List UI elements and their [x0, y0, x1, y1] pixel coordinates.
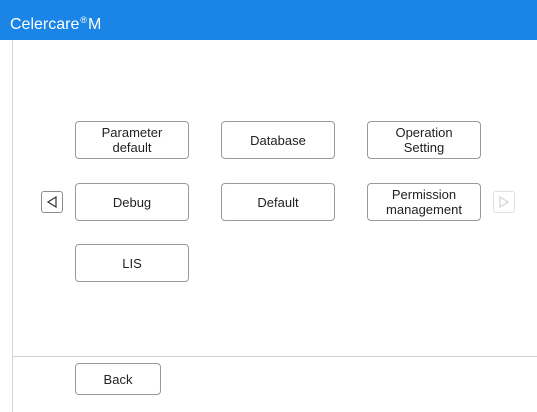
app-name: Celercare — [10, 16, 80, 33]
default-label: Default — [257, 194, 299, 210]
footer-divider — [12, 356, 537, 357]
default-button[interactable]: Default — [221, 183, 335, 221]
app-title: Celercare®M — [10, 10, 101, 35]
parameter-default-label: Parameter default — [101, 125, 163, 155]
parameter-default-button[interactable]: Parameter default — [75, 121, 189, 159]
prev-page-button[interactable] — [41, 191, 63, 213]
lis-button[interactable]: LIS — [75, 244, 189, 282]
debug-button[interactable]: Debug — [75, 183, 189, 221]
debug-label: Debug — [112, 194, 152, 210]
title-bar: Celercare®M — [0, 0, 537, 40]
permission-management-button[interactable]: Permission management — [367, 183, 481, 221]
back-label: Back — [103, 371, 133, 387]
database-label: Database — [250, 132, 306, 148]
next-page-button[interactable] — [493, 191, 515, 213]
triangle-left-icon — [46, 196, 57, 208]
operation-setting-button[interactable]: Operation Setting — [367, 121, 481, 159]
operation-setting-label: Operation Setting — [395, 125, 453, 155]
registered-mark: ® — [80, 15, 87, 25]
database-button[interactable]: Database — [221, 121, 335, 159]
permission-management-label: Permission management — [386, 187, 462, 217]
lis-label: LIS — [122, 255, 142, 271]
app-model: M — [88, 16, 102, 33]
back-button[interactable]: Back — [75, 363, 161, 395]
triangle-right-icon — [499, 196, 510, 208]
